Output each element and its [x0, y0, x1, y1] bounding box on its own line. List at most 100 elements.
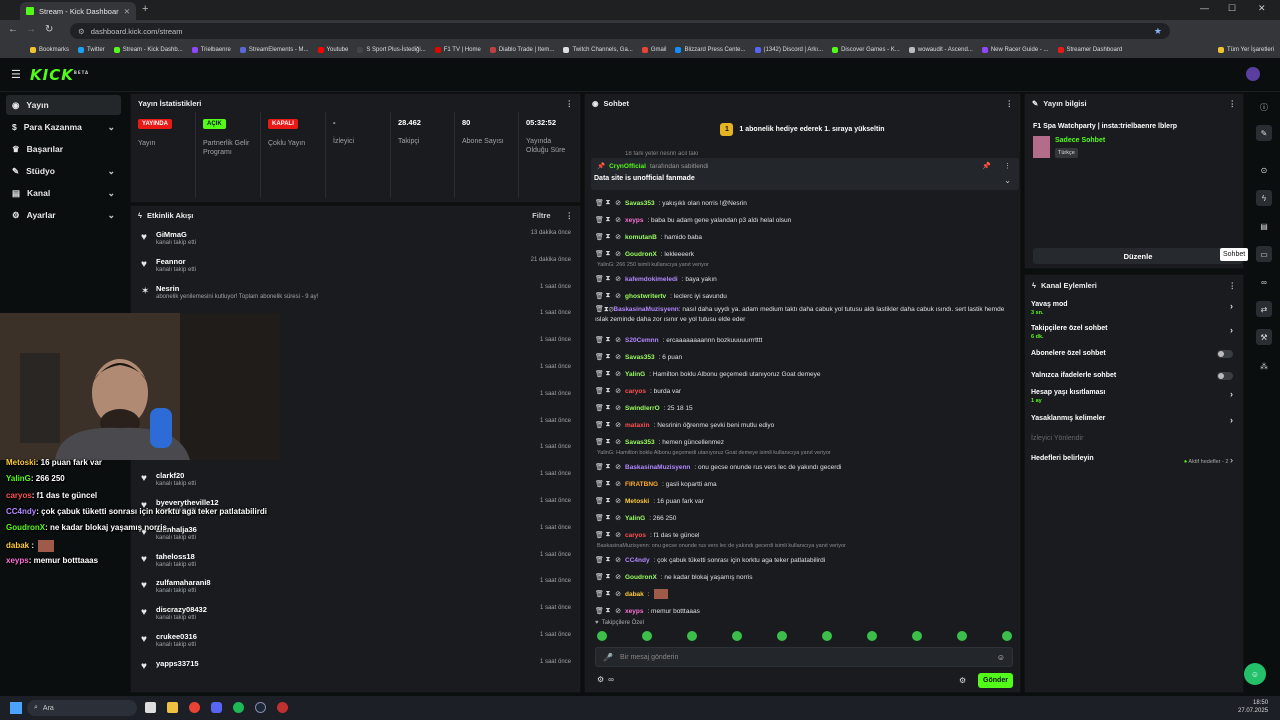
- ban-icon[interactable]: ⊘: [615, 531, 621, 539]
- obs-icon[interactable]: [277, 702, 288, 713]
- bookmark-16[interactable]: Streamer Dashboard: [1057, 47, 1122, 53]
- chat-message[interactable]: 🗑 ⧗ ⊘ komutanB: hamido baba: [595, 231, 1015, 243]
- chat-message[interactable]: 🗑 ⧗ ⊘ GoudronX: lekleeeerk: [595, 248, 1015, 260]
- new-tab-icon[interactable]: +: [142, 3, 148, 15]
- edit-button[interactable]: Düzenle: [1033, 248, 1243, 264]
- timeout-icon[interactable]: ⧗: [605, 573, 611, 581]
- chat-message[interactable]: 🗑 ⧗ ⊘ ghostwritertv: leclerc iyi savundu: [595, 290, 1015, 302]
- emote-icon[interactable]: [957, 631, 967, 641]
- chat-username[interactable]: Metoski: [625, 498, 649, 505]
- sidebar-item-kanal[interactable]: ▤ Kanal ⌄: [6, 183, 121, 203]
- chat-username[interactable]: caryos: [625, 532, 646, 539]
- task-view-icon[interactable]: [145, 702, 156, 713]
- bookmark-13[interactable]: Discover Games - K...: [832, 47, 900, 53]
- emote-icon[interactable]: [597, 631, 607, 641]
- bookmark-10[interactable]: Gmail: [641, 47, 666, 53]
- delete-icon[interactable]: 🗑: [595, 421, 604, 429]
- chat-bubble-icon[interactable]: ▭: [1256, 246, 1272, 262]
- delete-icon[interactable]: 🗑: [595, 250, 604, 258]
- taskbar-search[interactable]: ⌕ Ara: [27, 700, 137, 716]
- user-avatar[interactable]: [1246, 67, 1260, 81]
- maximize-icon[interactable]: ☐: [1228, 3, 1236, 14]
- chat-message[interactable]: 🗑 ⧗ ⊘ YalinG: 266 250: [595, 512, 1015, 524]
- timeout-icon[interactable]: ⧗: [605, 336, 611, 344]
- ban-icon[interactable]: ⊘: [615, 463, 621, 471]
- bookmark-14[interactable]: wowaudit - Ascend...: [908, 47, 973, 53]
- sidebar-item-ayarlar[interactable]: ⚙ Ayarlar ⌄: [6, 205, 121, 225]
- reload-icon[interactable]: ↻: [45, 24, 53, 35]
- delete-icon[interactable]: 🗑: [595, 336, 604, 344]
- chat-username[interactable]: GoudronX: [625, 251, 657, 258]
- chat-message[interactable]: 🗑 ⧗ ⊘ dabak:: [595, 588, 1015, 600]
- sidebar-item-para-kazanma[interactable]: $ Para Kazanma ⌄: [6, 117, 121, 137]
- chat-message[interactable]: 🗑 ⧗ ⊘ YalinG: Hamilton boklu Albonu geçemed…: [595, 368, 1015, 380]
- emote-icon[interactable]: [732, 631, 742, 641]
- delete-icon[interactable]: 🗑: [595, 233, 604, 241]
- chat-username[interactable]: Savas353: [625, 200, 655, 207]
- chat-username[interactable]: YalinG: [625, 515, 645, 522]
- ban-icon[interactable]: ⊘: [615, 590, 621, 598]
- windows-start-icon[interactable]: [10, 702, 22, 714]
- channel-action-row[interactable]: Yavaş mod 3 sn. ›: [1031, 301, 1241, 317]
- site-info-icon[interactable]: ⚙: [78, 27, 85, 36]
- timeout-icon[interactable]: ⧗: [605, 233, 611, 241]
- chat-message[interactable]: 🗑 ⧗ ⊘ Savas353: 6 puan: [595, 351, 1015, 363]
- chat-username[interactable]: CC4ndy: [625, 557, 650, 564]
- chat-username[interactable]: BaskasinaMuzisyenn: [613, 306, 678, 313]
- chat-username[interactable]: SwindlerrO: [625, 405, 660, 412]
- close-window-icon[interactable]: ✕: [1258, 3, 1266, 14]
- ban-icon[interactable]: ⊘: [615, 556, 621, 564]
- timeout-icon[interactable]: ⧗: [605, 463, 611, 471]
- ban-icon[interactable]: ⊘: [615, 573, 621, 581]
- delete-icon[interactable]: 🗑: [595, 607, 604, 615]
- chat-message[interactable]: 🗑 ⧗ ⊘ caryos: f1 das te güncel: [595, 529, 1015, 541]
- chat-tools[interactable]: ⚙ ∞: [597, 675, 614, 684]
- chat-message[interactable]: 🗑 ⧗ ⊘ mataxin: Nesrinin öğrenme şevki beni …: [595, 419, 1015, 431]
- emote-icon[interactable]: [822, 631, 832, 641]
- timeout-icon[interactable]: ⧗: [605, 404, 611, 412]
- target-icon[interactable]: ⊙: [1256, 162, 1272, 178]
- chat-message[interactable]: 🗑 ⧗ ⊘ GoudronX: ne kadar blokaj yaşamış nor…: [595, 571, 1015, 583]
- timeout-icon[interactable]: ⧗: [605, 250, 611, 258]
- browser-tab[interactable]: Stream - Kick Dashboard ✕: [20, 2, 136, 20]
- delete-icon[interactable]: 🗑: [595, 463, 604, 471]
- timeout-icon[interactable]: ⧗: [605, 480, 611, 488]
- ban-icon[interactable]: ⊘: [615, 292, 621, 300]
- nodes-icon[interactable]: ⁂: [1256, 358, 1272, 374]
- ban-icon[interactable]: ⊘: [615, 497, 621, 505]
- activity-item[interactable]: ♥ Feannor kanalı takip etti 21 dakika önce: [131, 253, 579, 280]
- toggle-switch[interactable]: [1217, 350, 1233, 358]
- timeout-icon[interactable]: ⧗: [605, 216, 611, 224]
- chat-username[interactable]: xeyps: [625, 608, 643, 615]
- file-explorer-icon[interactable]: [167, 702, 178, 713]
- ban-icon[interactable]: ⊘: [615, 514, 621, 522]
- ban-icon[interactable]: ⊘: [615, 250, 621, 258]
- delete-icon[interactable]: 🗑: [595, 590, 604, 598]
- delete-icon[interactable]: 🗑: [595, 353, 604, 361]
- link-icon[interactable]: ∞: [1256, 274, 1272, 290]
- back-icon[interactable]: ←: [8, 24, 18, 35]
- chat-username[interactable]: ghostwritertv: [625, 293, 666, 300]
- chat-message[interactable]: 🗑 ⧗ ⊘ CC4ndy: çok çabuk tüketti sonrası içi…: [595, 554, 1015, 566]
- chat-message[interactable]: 🗑⧗⊘BaskasinaMuzisyenn: nasıl daha uyydı …: [595, 305, 1005, 327]
- emote-icon[interactable]: [642, 631, 652, 641]
- address-bar[interactable]: ⚙ dashboard.kick.com/stream ★: [70, 23, 1170, 39]
- timeout-icon[interactable]: ⧗: [605, 497, 611, 505]
- emote-icon[interactable]: [687, 631, 697, 641]
- delete-icon[interactable]: 🗑: [595, 514, 604, 522]
- bookmark-4[interactable]: StreamElements - M...: [239, 47, 309, 53]
- delete-icon[interactable]: 🗑: [595, 438, 604, 446]
- ban-icon[interactable]: ⊘: [615, 607, 621, 615]
- bookmark-2[interactable]: Stream - Kick Dashb...: [113, 47, 183, 53]
- sidebar-item-studyo[interactable]: ✎ Stüdyo ⌄: [6, 161, 121, 181]
- emote-icon[interactable]: [1002, 631, 1012, 641]
- pencil-icon[interactable]: ✎: [1256, 125, 1272, 141]
- ban-icon[interactable]: ⊘: [615, 404, 621, 412]
- channel-action-row[interactable]: Hesap yaşı kısıtlaması 1 ay ›: [1031, 389, 1241, 405]
- timeout-icon[interactable]: ⧗: [605, 590, 611, 598]
- chat-username[interactable]: mataxin: [625, 422, 650, 429]
- ban-icon[interactable]: ⊘: [615, 370, 621, 378]
- timeout-icon[interactable]: ⧗: [605, 556, 611, 564]
- chat-username[interactable]: S20Cemnn: [625, 337, 659, 344]
- sidebar-item-basarilar[interactable]: ♛ Başarılar: [6, 139, 121, 159]
